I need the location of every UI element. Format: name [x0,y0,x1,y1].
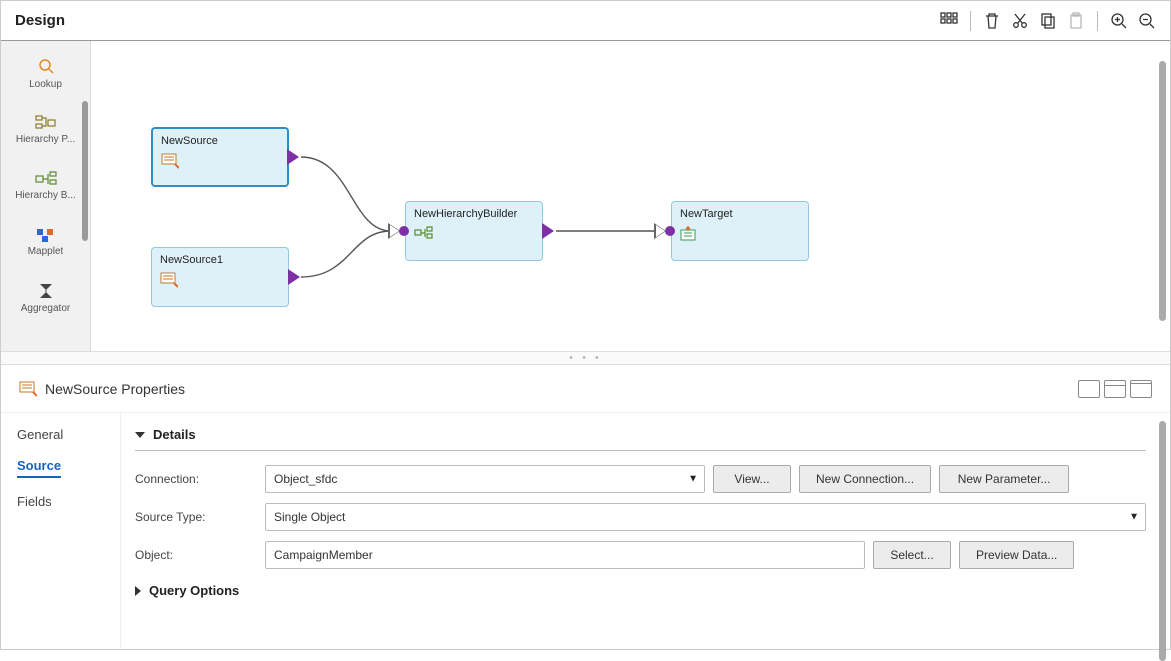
object-value: CampaignMember [274,548,373,562]
node-label: NewSource [161,135,279,147]
copy-icon[interactable] [1039,12,1057,30]
palette-label: Mapplet [28,246,64,257]
hierarchy-builder-icon [34,170,58,188]
select-button[interactable]: Select... [873,541,951,569]
mapping-canvas[interactable]: NewSource NewSource1 NewHierarchyBuilder… [91,41,1170,351]
new-connection-button[interactable]: New Connection... [799,465,931,493]
lookup-icon [35,57,57,77]
node-output-port[interactable] [288,269,300,285]
node-label: NewSource1 [160,254,280,266]
palette-item-lookup[interactable]: Lookup [6,45,86,101]
label-source-type: Source Type: [135,510,265,524]
palette-label: Hierarchy B... [15,190,76,201]
hierarchy-parser-icon [34,114,58,132]
section-query-options-label: Query Options [149,583,239,598]
layout-maximize-button[interactable] [1078,380,1100,398]
hierarchy-builder-icon [414,226,534,243]
node-newsource1[interactable]: NewSource1 [151,247,289,307]
section-query-options-header[interactable]: Query Options [135,579,1146,606]
properties-title: NewSource Properties [45,381,185,397]
node-newhierarchybuilder[interactable]: NewHierarchyBuilder [405,201,543,261]
source-icon [161,153,279,172]
section-details-label: Details [153,427,196,442]
properties-scrollbar[interactable] [1159,421,1166,661]
transformation-palette: Lookup Hierarchy P... Hierarchy B... Map… [1,41,91,351]
chevron-down-icon [135,432,145,438]
connection-select[interactable]: Object_sfdc ▼ [265,465,705,493]
node-newsource[interactable]: NewSource [151,127,289,187]
palette-item-hierarchy-parser[interactable]: Hierarchy P... [6,101,86,157]
canvas-scrollbar[interactable] [1159,61,1166,321]
aggregator-icon [36,281,56,301]
source-icon [19,381,37,397]
object-input[interactable]: CampaignMember [265,541,865,569]
node-newtarget[interactable]: NewTarget [671,201,809,261]
chevron-down-icon: ▼ [1129,512,1139,523]
node-input-port[interactable] [665,226,675,236]
page-title: Design [15,12,65,29]
row-connection: Connection: Object_sfdc ▼ View... New Co… [135,465,1146,493]
properties-content: Details Connection: Object_sfdc ▼ View..… [121,413,1170,649]
source-type-value: Single Object [274,510,345,524]
section-details-header[interactable]: Details [135,423,1146,451]
preview-data-button[interactable]: Preview Data... [959,541,1074,569]
row-object: Object: CampaignMember Select... Preview… [135,541,1146,569]
tab-source[interactable]: Source [17,458,61,478]
chevron-down-icon: ▼ [688,474,698,485]
source-type-select[interactable]: Single Object ▼ [265,503,1146,531]
node-label: NewTarget [680,208,800,220]
layout-minimize-button[interactable] [1130,380,1152,398]
label-connection: Connection: [135,472,265,486]
tab-general[interactable]: General [17,427,104,442]
tab-fields[interactable]: Fields [17,494,104,509]
properties-tabs: General Source Fields [1,413,121,649]
layout-split-button[interactable] [1104,380,1126,398]
palette-item-hierarchy-builder[interactable]: Hierarchy B... [6,157,86,213]
node-input-port-open[interactable] [654,223,666,239]
properties-panel: NewSource Properties General Source Fiel… [1,365,1170,649]
target-icon [680,226,800,245]
node-label: NewHierarchyBuilder [414,208,534,220]
design-canvas-area: Lookup Hierarchy P... Hierarchy B... Map… [1,41,1170,351]
grid-icon[interactable] [940,12,958,30]
row-source-type: Source Type: Single Object ▼ [135,503,1146,531]
layout-buttons [1078,380,1152,398]
panel-splitter[interactable]: • • • [1,351,1170,365]
properties-header: NewSource Properties [1,365,1170,413]
palette-label: Lookup [29,79,62,90]
node-output-port[interactable] [287,149,299,165]
mapplet-icon [35,226,57,244]
view-button[interactable]: View... [713,465,791,493]
new-parameter-button[interactable]: New Parameter... [939,465,1069,493]
palette-item-aggregator[interactable]: Aggregator [6,269,86,325]
chevron-right-icon [135,586,141,596]
design-toolbar: Design [1,1,1170,41]
delete-icon[interactable] [983,12,1001,30]
zoom-out-icon[interactable] [1138,12,1156,30]
palette-scrollbar[interactable] [82,101,88,241]
paste-icon[interactable] [1067,12,1085,30]
palette-label: Hierarchy P... [16,134,75,145]
source-icon [160,272,280,291]
zoom-in-icon[interactable] [1110,12,1128,30]
connection-value: Object_sfdc [274,472,337,486]
toolbar-icon-group [940,11,1156,31]
palette-item-mapplet[interactable]: Mapplet [6,213,86,269]
node-input-port[interactable] [399,226,409,236]
node-output-port[interactable] [542,223,554,239]
properties-body: General Source Fields Details Connection… [1,413,1170,649]
node-input-port-open[interactable] [388,223,400,239]
label-object: Object: [135,548,265,562]
cut-icon[interactable] [1011,12,1029,30]
palette-label: Aggregator [21,303,70,314]
